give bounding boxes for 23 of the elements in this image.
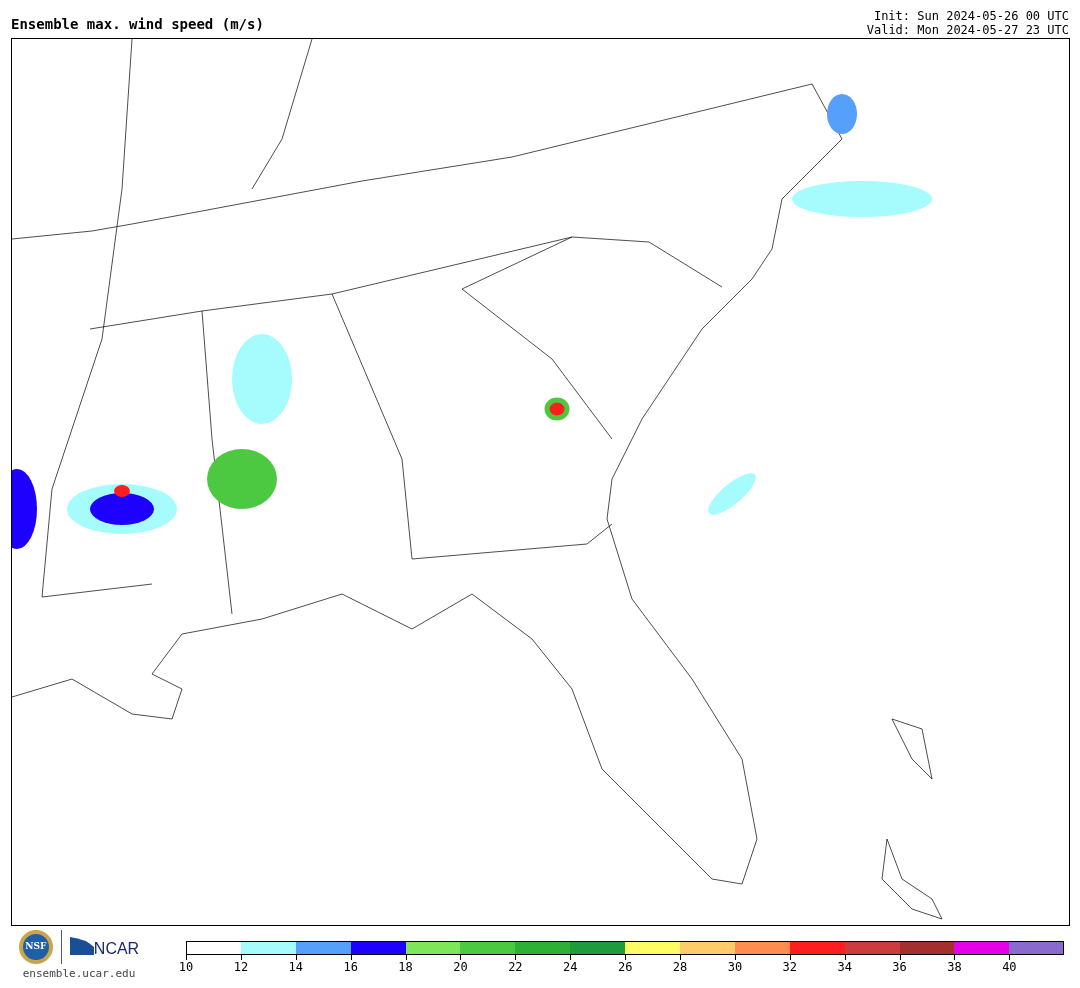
tick-label: 22 (508, 961, 523, 973)
swoosh-icon (69, 937, 94, 957)
tick-label: 18 (398, 961, 413, 973)
tick-label: 38 (947, 961, 962, 973)
tick-label: 14 (288, 961, 303, 973)
tick-label: 12 (233, 961, 249, 973)
tick-label: 28 (672, 961, 688, 973)
tick-label: 10 (178, 961, 194, 973)
ncar-logo-text: NCAR (93, 941, 140, 957)
tick-label: 34 (837, 961, 852, 973)
chart-title: Ensemble max. wind speed (m/s) (11, 17, 264, 34)
tick-label: 32 (782, 961, 798, 973)
valid-time: Valid: Mon 2024-05-27 23 UTC (866, 23, 1069, 37)
tick-label: 40 (1002, 961, 1017, 973)
tick-label: 36 (892, 961, 907, 973)
site-url: ensemble.ucar.edu (22, 966, 136, 982)
nsf-logo: NSF (18, 930, 53, 964)
tick-label: 30 (727, 961, 743, 973)
tick-label: 26 (617, 961, 633, 973)
tick-label: 16 (343, 961, 358, 973)
init-time: Init: Sun 2024-05-26 00 UTC (873, 9, 1069, 23)
tick-label: 24 (563, 961, 578, 973)
tick-label: 20 (453, 961, 468, 973)
